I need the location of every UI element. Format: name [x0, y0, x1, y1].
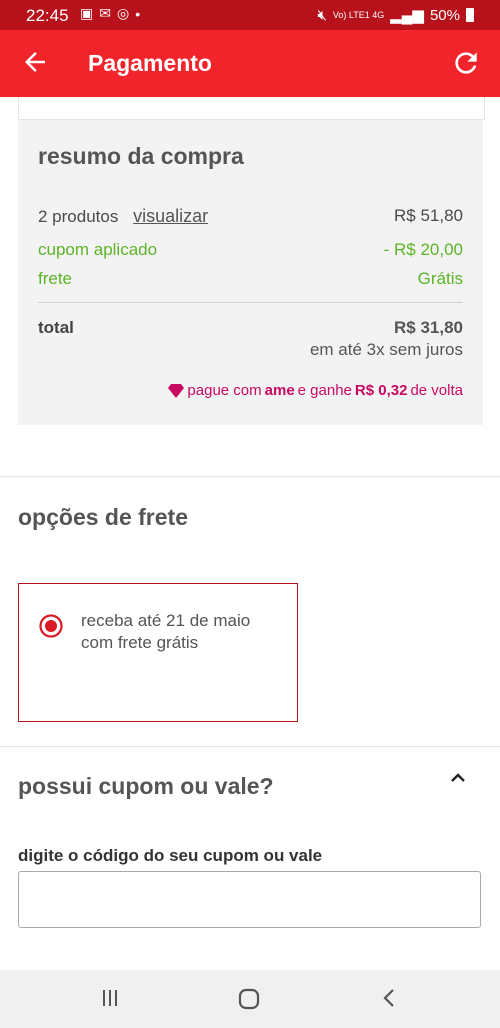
ame-middle: e ganhe — [297, 382, 352, 399]
coupon-label: cupom aplicado — [38, 240, 158, 259]
ame-suffix: de volta — [410, 382, 463, 399]
coupon-field-label: digite o código do seu cupom ou vale — [18, 846, 323, 865]
installments-text: em até 3x sem juros — [309, 340, 463, 359]
previous-section-edge — [18, 97, 485, 120]
status-time: 22:45 — [26, 6, 69, 25]
coupon-title: possui cupom ou vale? — [18, 773, 274, 799]
products-label: 2 produtos — [38, 207, 119, 226]
ame-brand: ame — [264, 382, 295, 399]
summary-title: resumo da compra — [38, 143, 244, 169]
dot-icon: • — [135, 5, 141, 22]
app-bar: Pagamento — [0, 30, 500, 97]
view-products-link[interactable]: visualizar — [133, 206, 208, 226]
coupon-value: - R$ 20,00 — [383, 240, 463, 259]
summary-divider — [38, 302, 463, 303]
coupon-input[interactable] — [18, 871, 481, 928]
arrow-left-icon[interactable] — [20, 47, 50, 77]
section-divider-2 — [0, 746, 500, 747]
shipping-value: Grátis — [417, 269, 463, 288]
whatsapp-icon: ◎ — [116, 5, 130, 21]
order-summary: resumo da compra 2 produtos visualizar R… — [18, 120, 483, 425]
total-label: total — [38, 318, 74, 337]
battery-icon — [466, 8, 474, 22]
refresh-icon[interactable] — [450, 47, 482, 79]
total-row: total R$ 31,80 — [38, 318, 463, 338]
section-divider — [0, 476, 500, 477]
shipping-option-line1: receba até 21 de maio — [81, 611, 251, 630]
coupon-row: cupom aplicado - R$ 20,00 — [38, 240, 463, 260]
mute-icon: 🔇︎ — [317, 6, 327, 24]
shipping-option-text: receba até 21 de maio com frete grátis — [81, 610, 250, 654]
status-bar: 22:45 ▣ ✉ ◎ • 🔇︎ Vo) LTE1 4G ▂▄▆ 50% — [0, 0, 500, 30]
chevron-up-icon[interactable] — [450, 772, 466, 784]
shipping-options-title: opções de frete — [18, 504, 188, 530]
ame-amount: R$ 0,32 — [354, 382, 408, 399]
battery-label: 50% — [429, 6, 460, 24]
page-title: Pagamento — [88, 50, 212, 76]
products-value: R$ 51,80 — [394, 206, 463, 225]
message-icon: ▣ — [80, 5, 94, 21]
diamond-icon — [168, 383, 185, 398]
total-value: R$ 31,80 — [394, 318, 463, 337]
status-right: 🔇︎ Vo) LTE1 4G ▂▄▆ 50% — [317, 6, 474, 24]
notification-icons: ▣ ✉ ◎ • — [80, 5, 140, 22]
shipping-option-card[interactable]: receba até 21 de maio com frete grátis — [18, 583, 298, 722]
system-nav-bar — [0, 970, 500, 1028]
recent-apps-icon[interactable] — [100, 988, 120, 1008]
back-nav-icon[interactable] — [380, 988, 400, 1008]
shipping-label: frete — [38, 269, 73, 288]
home-icon[interactable] — [238, 988, 260, 1010]
ame-cashback: pague com ame e ganhe R$ 0,32 de volta — [168, 382, 463, 399]
mail-icon: ✉ — [99, 5, 111, 21]
signal-icon: ▂▄▆ — [390, 7, 424, 24]
products-row: 2 produtos visualizar R$ 51,80 — [38, 206, 463, 227]
shipping-row: frete Grátis — [38, 269, 463, 289]
ame-prefix: pague com — [187, 382, 262, 399]
network-label: Vo) LTE1 4G — [332, 10, 385, 20]
shipping-option-line2: com frete grátis — [81, 633, 199, 652]
radio-selected-icon[interactable] — [39, 614, 63, 638]
